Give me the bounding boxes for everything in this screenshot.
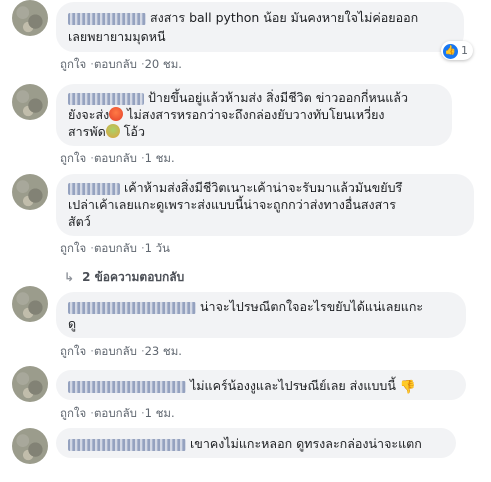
reply-link[interactable]: ตอบกลับ <box>94 57 137 71</box>
comment-text-line: ไม่แคร์น้องงูและไปรษณีย์เลย ส่งแบบนี้ <box>190 378 396 393</box>
avatar[interactable] <box>12 84 48 120</box>
avatar[interactable] <box>12 366 48 402</box>
comment-bubble: เขาคงไม่แกะหลอก ดูทรงละกล่องน่าจะแตก <box>56 428 456 458</box>
like-link[interactable]: ถูกใจ <box>60 151 86 165</box>
view-replies-link[interactable]: ↳ 2 ข้อความตอบกลับ <box>64 268 184 287</box>
like-link[interactable]: ถูกใจ <box>60 344 86 358</box>
like-link[interactable]: ถูกใจ <box>60 241 86 255</box>
comment-actions: ถูกใจ ·ตอบกลับ ·1 ชม. <box>60 406 175 420</box>
like-link[interactable]: ถูกใจ <box>60 57 86 71</box>
reaction-count: 1 <box>461 44 468 57</box>
comment-actions: ถูกใจ ·ตอบกลับ ·1 วัน <box>60 241 170 255</box>
timestamp[interactable]: 23 ชม. <box>145 344 182 358</box>
author-name[interactable] <box>68 380 186 393</box>
timestamp[interactable]: 20 ชม. <box>145 57 182 71</box>
comment-actions: ถูกใจ ·ตอบกลับ ·1 ชม. <box>60 151 175 165</box>
replies-count-label: 2 ข้อความตอบกลับ <box>82 270 185 284</box>
author-name[interactable] <box>68 182 120 195</box>
comment-bubble: น่าจะไปรษณีตกใจอะไรขยับได้แน่เลยแกะ ดู <box>56 292 466 338</box>
reply-link[interactable]: ตอบกลับ <box>94 406 137 420</box>
timestamp[interactable]: 1 ชม. <box>145 406 175 420</box>
reply-arrow-icon: ↳ <box>64 270 75 284</box>
comment-text-line: ป้ายขึ้นอยู่แล้วห้ามส่ง สิ่งมีชีวิต ข่าว… <box>148 90 408 105</box>
author-name[interactable] <box>68 438 186 451</box>
like-icon: 👍 <box>443 43 458 59</box>
comment-text-line: เขาคงไม่แกะหลอก ดูทรงละกล่องน่าจะแตก <box>190 436 422 451</box>
comment-actions: ถูกใจ ·ตอบกลับ ·20 ชม. <box>60 57 182 71</box>
comment-text-line: น่าจะไปรษณีตกใจอะไรขยับได้แน่เลยแกะ <box>200 299 424 314</box>
angry-face-icon <box>109 107 124 121</box>
reaction-badge[interactable]: 👍 1 <box>441 41 473 60</box>
disgusted-face-icon <box>105 124 120 138</box>
comment-text-line: เปล่าเค้าเลยแกะดูเพราะส่งแบบนี้น่าจะถูกก… <box>68 197 397 212</box>
comment-text-line: เลยพยายามมุดหนี <box>68 29 166 44</box>
comment-text-line: ไม่สงสารหรอกว่าจะถึงกล่องยับวางทับโยนเหว… <box>123 107 385 122</box>
comment-text-line: ดู <box>68 316 77 331</box>
comment-text-line: สัตว์ <box>68 214 91 229</box>
reply-link[interactable]: ตอบกลับ <box>94 151 137 165</box>
comment-bubble: ไม่แคร์น้องงูและไปรษณีย์เลย ส่งแบบนี้ 👎 <box>56 370 466 400</box>
comment-text-line: สารพัด <box>68 124 106 139</box>
comment-actions: ถูกใจ ·ตอบกลับ ·23 ชม. <box>60 344 182 358</box>
comment-bubble: ป้ายขึ้นอยู่แล้วห้ามส่ง สิ่งมีชีวิต ข่าว… <box>56 84 452 146</box>
avatar[interactable] <box>12 428 48 464</box>
comment-text-line: ยังจะส่ง <box>68 107 110 122</box>
comment-bubble: เค้าห้ามส่งสิ่งมีชีวิตเนาะเค้าน่าจะรับมา… <box>56 174 474 236</box>
author-name[interactable] <box>68 301 196 314</box>
comment-text-line: เค้าห้ามส่งสิ่งมีชีวิตเนาะเค้าน่าจะรับมา… <box>124 180 403 195</box>
author-name[interactable] <box>68 12 146 25</box>
reply-link[interactable]: ตอบกลับ <box>94 344 137 358</box>
author-name[interactable] <box>68 92 144 105</box>
timestamp[interactable]: 1 วัน <box>145 241 170 255</box>
like-link[interactable]: ถูกใจ <box>60 406 86 420</box>
reply-link[interactable]: ตอบกลับ <box>94 241 137 255</box>
thumbs-down-icon: 👎 <box>399 380 417 395</box>
avatar[interactable] <box>12 0 48 36</box>
comment-bubble: สงสาร ball python น้อย มันคงหายใจไม่ค่อย… <box>56 2 464 52</box>
comment-text-line: โอ้ว <box>123 124 145 139</box>
avatar[interactable] <box>12 174 48 210</box>
comment-text-line: สงสาร ball python น้อย มันคงหายใจไม่ค่อย… <box>150 10 419 25</box>
timestamp[interactable]: 1 ชม. <box>145 151 175 165</box>
avatar[interactable] <box>12 286 48 322</box>
